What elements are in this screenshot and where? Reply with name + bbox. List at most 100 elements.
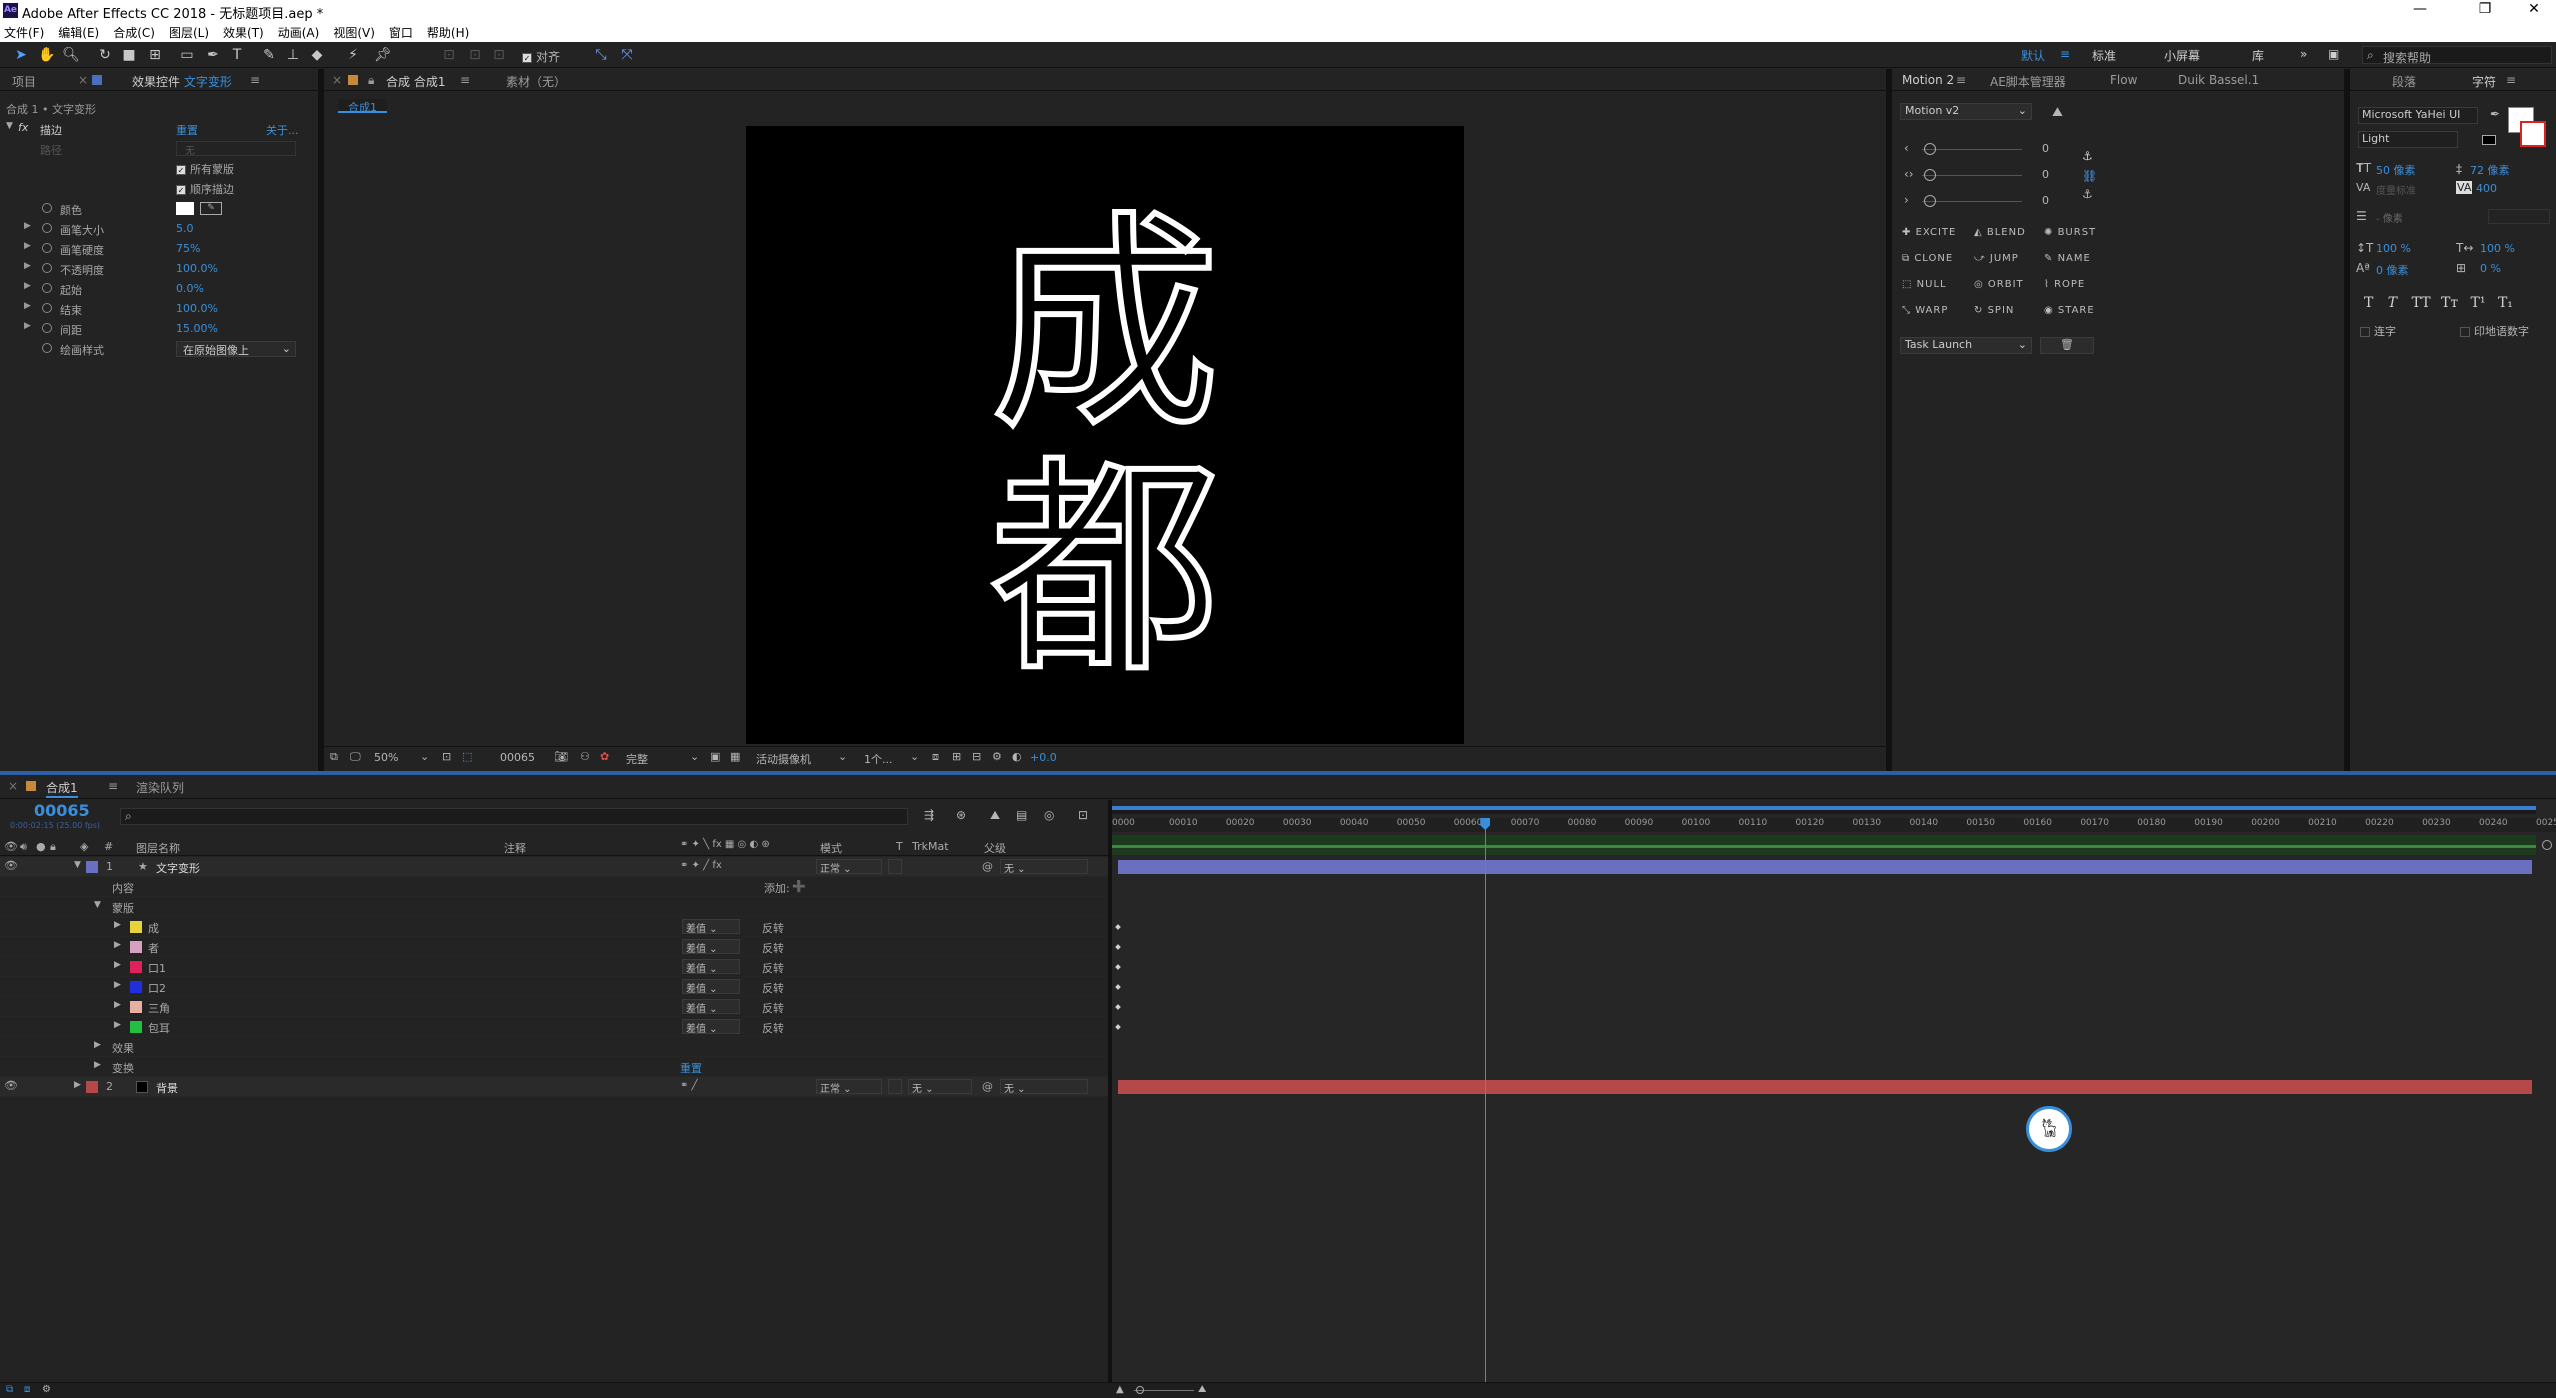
transform-reset-link[interactable]: 重置 bbox=[680, 1060, 702, 1076]
faux-italic-button[interactable]: T bbox=[2388, 295, 2397, 311]
mask-color-swatch[interactable] bbox=[130, 981, 142, 993]
font-size-value[interactable]: 50 像素 bbox=[2376, 162, 2416, 178]
mask-name[interactable]: 口1 bbox=[148, 960, 166, 976]
tab-motion2[interactable]: Motion 2 bbox=[1902, 73, 1954, 87]
layer-name[interactable]: 文字变形 bbox=[156, 860, 200, 876]
type-tool-icon[interactable]: T bbox=[228, 46, 246, 64]
frame-blending-icon[interactable]: ▤ bbox=[1016, 808, 1027, 822]
slider-value-3[interactable]: 0 bbox=[2042, 194, 2049, 207]
visibility-icon[interactable]: 👁︎ bbox=[4, 859, 18, 872]
font-family-dropdown[interactable]: Microsoft YaHei UI bbox=[2358, 107, 2478, 124]
slider-track[interactable] bbox=[1922, 149, 2022, 150]
end-value[interactable]: 100.0% bbox=[176, 302, 218, 315]
rotate-tool-icon[interactable]: ↻ bbox=[96, 46, 114, 64]
layer-name-header[interactable]: 图层名称 bbox=[136, 840, 180, 856]
delete-button[interactable]: 🗑︎ bbox=[2040, 337, 2094, 354]
chevron-down-icon[interactable]: ⌄ bbox=[910, 750, 919, 763]
workspace-default[interactable]: 默认 bbox=[2021, 47, 2045, 64]
expand-icon[interactable]: ▶ bbox=[94, 1040, 101, 1050]
menu-view[interactable]: 视图(V) bbox=[333, 24, 375, 41]
stopwatch-icon[interactable] bbox=[42, 203, 52, 213]
color-swatch[interactable] bbox=[176, 202, 194, 215]
expand-icon[interactable]: ▶ bbox=[94, 1060, 101, 1070]
tab-render-queue[interactable]: 渲染队列 bbox=[136, 779, 184, 796]
vertical-scale-value[interactable]: 100 % bbox=[2376, 242, 2411, 255]
mask-row-3[interactable]: ▶ 口1 差值 ⌄ 反转 bbox=[0, 957, 1110, 977]
visibility-icon[interactable]: 👁︎ bbox=[4, 1079, 18, 1092]
fast-preview-icon[interactable]: ⊞ bbox=[952, 750, 961, 763]
pickwhip-icon[interactable]: @ bbox=[982, 860, 993, 873]
mask-name[interactable]: 成 bbox=[148, 920, 159, 936]
expand-icon[interactable]: ▼ bbox=[6, 121, 13, 131]
expand-icon[interactable]: ▶ bbox=[24, 301, 31, 311]
work-area-range[interactable] bbox=[1112, 806, 2536, 810]
snap-checkbox[interactable]: ✓ bbox=[522, 52, 532, 63]
comp-breadcrumb-tab[interactable]: 合成1 bbox=[338, 99, 387, 114]
menu-effect[interactable]: 效果(T) bbox=[223, 24, 264, 41]
solo-icon[interactable]: ● bbox=[36, 840, 46, 853]
eyedropper-icon[interactable]: ✒ bbox=[2490, 107, 2500, 121]
zoom-out-icon[interactable]: ▲ bbox=[1116, 1384, 1124, 1395]
ligature-option[interactable]: 连字 bbox=[2360, 323, 2396, 339]
chevron-down-icon[interactable]: ⌄ bbox=[420, 750, 429, 763]
layer-search-input[interactable]: ⌕ bbox=[120, 808, 908, 825]
mask-mode-dropdown[interactable]: 差值 ⌄ bbox=[682, 919, 740, 935]
rectangle-tool-icon[interactable]: ▭ bbox=[178, 46, 196, 64]
menu-layer[interactable]: 图层(L) bbox=[169, 24, 209, 41]
trkmat-header[interactable]: TrkMat bbox=[912, 840, 949, 853]
start-value[interactable]: 0.0% bbox=[176, 282, 204, 295]
transform-row[interactable]: ▶ 变换 重置 bbox=[0, 1057, 1110, 1077]
eyedropper-icon[interactable]: ✎ bbox=[200, 202, 222, 215]
tab-duik[interactable]: Duik Bassel.1 bbox=[2178, 73, 2259, 87]
tracking-value[interactable]: 400 bbox=[2476, 182, 2497, 195]
leading-value[interactable]: 72 像素 bbox=[2470, 162, 2510, 178]
pickwhip-icon[interactable]: @ bbox=[982, 1080, 993, 1093]
mask-mode-dropdown[interactable]: 差值 ⌄ bbox=[682, 979, 740, 995]
menu-edit[interactable]: 编辑(E) bbox=[58, 24, 99, 41]
workspace-small-screen[interactable]: 小屏幕 bbox=[2164, 47, 2200, 64]
zoom-dropdown[interactable]: 50% bbox=[374, 751, 398, 764]
workspace-standard[interactable]: 标准 bbox=[2092, 47, 2116, 64]
task-launch-dropdown[interactable]: Task Launch ⌄ bbox=[1900, 337, 2032, 354]
arrow-both-icon[interactable]: ‹› bbox=[1904, 167, 1914, 181]
lock-icon[interactable]: 🔒︎ bbox=[50, 840, 56, 854]
color-row[interactable]: 颜色 ✎ bbox=[0, 199, 300, 219]
close-icon[interactable]: ✕ bbox=[2514, 1, 2554, 17]
stopwatch-icon[interactable] bbox=[42, 323, 52, 333]
camera-tool-icon[interactable]: ■ bbox=[120, 46, 138, 64]
menu-animation[interactable]: 动画(A) bbox=[278, 24, 320, 41]
composition-viewer[interactable]: 成 都 bbox=[746, 126, 1464, 744]
menu-composition[interactable]: 合成(C) bbox=[113, 24, 155, 41]
label-icon[interactable]: ◈ bbox=[80, 840, 88, 853]
slider-handle[interactable] bbox=[1924, 195, 1936, 207]
workspace-libraries[interactable]: 库 bbox=[2252, 47, 2264, 64]
axis-world-icon[interactable]: ⊡ bbox=[466, 46, 484, 64]
warp-button[interactable]: ⤡ WARP bbox=[1902, 305, 1948, 316]
close-tab-icon[interactable]: × bbox=[332, 73, 342, 87]
trkmat-dropdown[interactable]: 无 ⌄ bbox=[908, 1079, 972, 1095]
all-masks-row[interactable]: ✓ 所有蒙版 bbox=[0, 159, 300, 179]
arrow-right-icon[interactable]: › bbox=[1904, 193, 1909, 207]
expand-icon[interactable]: ▶ bbox=[24, 241, 31, 251]
panel-menu-icon[interactable]: ≡ bbox=[460, 73, 470, 87]
menu-file[interactable]: 文件(F) bbox=[4, 24, 44, 41]
more-workspaces-icon[interactable]: » bbox=[2300, 47, 2307, 61]
expand-icon[interactable]: ▼ bbox=[94, 900, 101, 910]
layer-mode-dropdown[interactable]: 正常 ⌄ bbox=[816, 1079, 882, 1095]
start-row[interactable]: ▶ 起始 0.0% bbox=[0, 279, 300, 299]
subscript-button[interactable]: T₁ bbox=[2498, 295, 2513, 311]
faux-bold-button[interactable]: T bbox=[2364, 295, 2373, 311]
font-style-dropdown[interactable]: Light bbox=[2358, 131, 2458, 148]
selection-tool-icon[interactable]: ➤ bbox=[12, 46, 30, 64]
zoom-slider-handle[interactable] bbox=[1136, 1386, 1144, 1394]
camera-dropdown[interactable]: 活动摄像机 bbox=[756, 751, 811, 767]
horizontal-scale-value[interactable]: 100 % bbox=[2480, 242, 2515, 255]
kerning-value[interactable]: 度量标准 bbox=[2376, 182, 2416, 197]
slider-handle[interactable] bbox=[1924, 169, 1936, 181]
curve-icon[interactable]: ⛰ bbox=[2052, 105, 2063, 120]
path-dropdown[interactable]: 无 bbox=[176, 141, 296, 157]
menu-help[interactable]: 帮助(H) bbox=[427, 24, 469, 41]
layer2-duration-bar[interactable] bbox=[1118, 1080, 2532, 1094]
name-button[interactable]: ✎ NAME bbox=[2044, 253, 2091, 264]
expand-icon[interactable]: ▶ bbox=[114, 920, 121, 930]
